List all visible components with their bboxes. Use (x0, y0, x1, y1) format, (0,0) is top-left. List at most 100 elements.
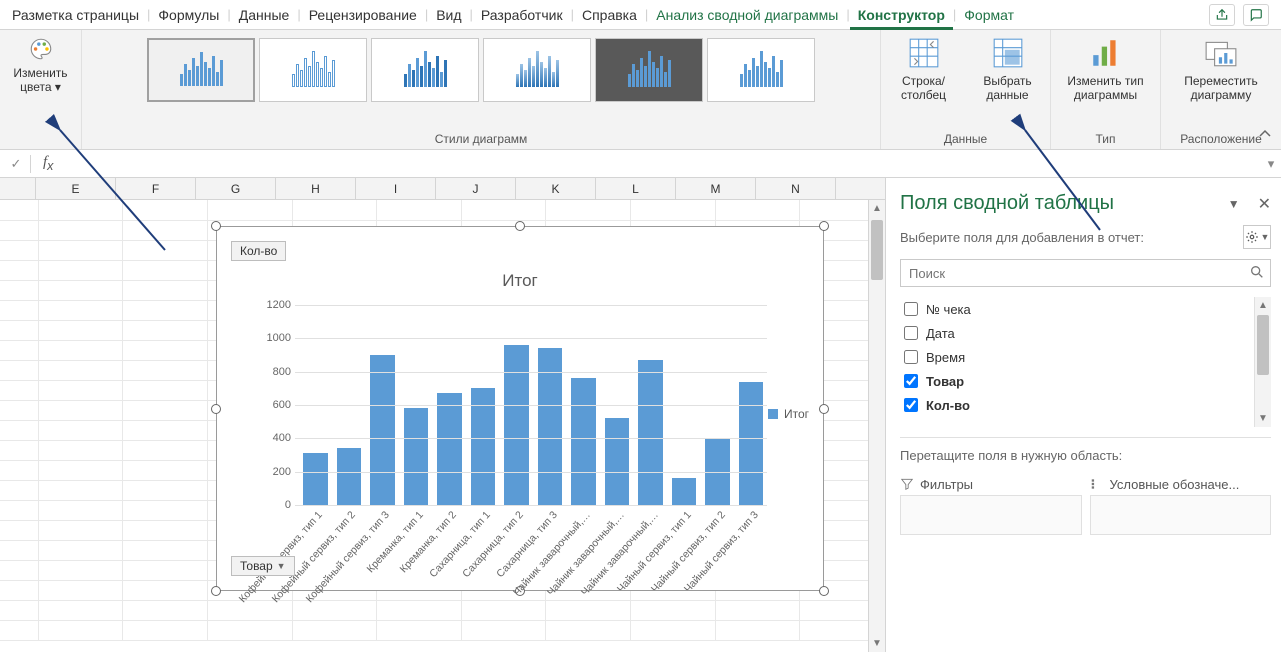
field-row[interactable]: Товар (900, 369, 1271, 393)
field-row[interactable]: Дата (900, 321, 1271, 345)
vertical-scrollbar[interactable]: ▲ ▼ (868, 200, 885, 652)
col-header[interactable]: F (116, 178, 196, 199)
chart-style-gallery[interactable] (147, 36, 815, 102)
insert-function-button[interactable]: fx (35, 154, 61, 173)
move-chart-button[interactable]: Переместитьдиаграмму (1171, 36, 1271, 102)
field-search-input[interactable] (900, 259, 1271, 287)
chart-style-5[interactable] (595, 38, 703, 102)
tab-view[interactable]: Вид (428, 0, 469, 29)
col-header[interactable]: I (356, 178, 436, 199)
select-data-button[interactable]: Выбратьданные (968, 36, 1048, 102)
col-header[interactable]: N (756, 178, 836, 199)
chart-bar[interactable] (605, 418, 630, 505)
tab-page-layout[interactable]: Разметка страницы (4, 0, 147, 29)
resize-handle-w[interactable] (211, 404, 221, 414)
chart-title[interactable]: Итог (217, 271, 823, 291)
col-header[interactable]: J (436, 178, 516, 199)
drop-legend[interactable]: Условные обозначе... (1090, 473, 1272, 535)
pane-menu-button[interactable]: ▼ (1228, 197, 1240, 211)
chart-plot-area[interactable]: 020040060080010001200 (247, 305, 767, 505)
drop-filters[interactable]: Фильтры (900, 473, 1082, 535)
field-checkbox[interactable] (904, 398, 918, 412)
pane-settings-button[interactable]: ▼ (1243, 225, 1271, 249)
scroll-up-arrow[interactable]: ▲ (869, 200, 885, 217)
tab-data[interactable]: Данные (231, 0, 298, 29)
change-chart-type-button[interactable]: Изменить типдиаграммы (1056, 36, 1156, 102)
legend-label: Итог (784, 407, 809, 421)
share-button[interactable] (1209, 4, 1235, 26)
pivot-value-field-button[interactable]: Кол-во (231, 241, 286, 261)
pane-close-button[interactable]: ✕ (1258, 194, 1271, 214)
chart-bar[interactable] (404, 408, 429, 505)
col-header[interactable]: H (276, 178, 356, 199)
chart-bar[interactable] (638, 360, 663, 505)
field-row[interactable]: Кол-во (900, 393, 1271, 417)
resize-handle-sw[interactable] (211, 586, 221, 596)
ribbon-tabs: Разметка страницы| Формулы| Данные| Реце… (0, 0, 1281, 30)
col-header[interactable]: M (676, 178, 756, 199)
chart-bar[interactable] (437, 393, 462, 505)
field-label: Дата (926, 326, 955, 341)
resize-handle-n[interactable] (515, 221, 525, 231)
tab-formulas[interactable]: Формулы (150, 0, 227, 29)
group-type: Изменить типдиаграммы Тип (1051, 30, 1161, 149)
chart-legend[interactable]: Итог (768, 407, 809, 421)
chart-style-4[interactable] (483, 38, 591, 102)
collapse-ribbon-button[interactable] (1257, 126, 1273, 145)
field-list: № чека Дата Время Товар Кол-во ▲ ▼ (900, 297, 1271, 427)
scroll-down-arrow[interactable]: ▼ (1255, 410, 1271, 427)
chart-bar[interactable] (672, 478, 697, 505)
chart-bar[interactable] (739, 382, 764, 505)
chart-bar[interactable] (504, 345, 529, 505)
tab-review[interactable]: Рецензирование (301, 0, 425, 29)
switch-row-column-button[interactable]: Строка/столбец (884, 36, 964, 102)
field-checkbox[interactable] (904, 374, 918, 388)
cancel-formula-button[interactable]: ✓ (6, 156, 26, 172)
chart-bar[interactable] (571, 378, 596, 505)
field-search (900, 259, 1271, 287)
col-header[interactable]: K (516, 178, 596, 199)
expand-formula-bar-button[interactable]: ▾ (1261, 156, 1281, 172)
field-row[interactable]: Время (900, 345, 1271, 369)
field-list-scrollbar[interactable]: ▲ ▼ (1254, 297, 1271, 427)
worksheet[interactable]: EFGHIJKLMN ▲ ▼ Кол-во Итог 0200400600800… (0, 178, 885, 652)
pane-hint: Выберите поля для добавления в отчет: (900, 230, 1144, 245)
chart-style-2[interactable] (259, 38, 367, 102)
search-icon[interactable] (1249, 264, 1265, 283)
field-checkbox[interactable] (904, 302, 918, 316)
comments-button[interactable] (1243, 4, 1269, 26)
resize-handle-ne[interactable] (819, 221, 829, 231)
change-colors-button[interactable]: Изменитьцвета ▾ (6, 36, 76, 94)
resize-handle-se[interactable] (819, 586, 829, 596)
tab-pivot-chart-analyze[interactable]: Анализ сводной диаграммы (648, 0, 846, 29)
scroll-down-arrow[interactable]: ▼ (869, 635, 885, 652)
field-checkbox[interactable] (904, 350, 918, 364)
chart-style-1[interactable] (147, 38, 255, 102)
group-location: Переместитьдиаграмму Расположение (1161, 30, 1281, 149)
field-label: Товар (926, 374, 964, 389)
pivot-chart[interactable]: Кол-во Итог 020040060080010001200 Кофейн… (216, 226, 824, 591)
col-header[interactable]: E (36, 178, 116, 199)
scroll-thumb[interactable] (871, 220, 883, 280)
col-header[interactable]: G (196, 178, 276, 199)
tab-format[interactable]: Формат (956, 0, 1022, 29)
column-headers[interactable]: EFGHIJKLMN (0, 178, 885, 200)
pivot-axis-field-button[interactable]: Товар▼ (231, 556, 295, 576)
scroll-up-arrow[interactable]: ▲ (1255, 297, 1271, 314)
chart-bar[interactable] (337, 448, 362, 505)
resize-handle-e[interactable] (819, 404, 829, 414)
chart-bar[interactable] (370, 355, 395, 505)
tab-design[interactable]: Конструктор (850, 0, 953, 29)
resize-handle-nw[interactable] (211, 221, 221, 231)
field-checkbox[interactable] (904, 326, 918, 340)
scroll-thumb[interactable] (1257, 315, 1269, 375)
tab-developer[interactable]: Разработчик (473, 0, 571, 29)
col-header[interactable]: L (596, 178, 676, 199)
chart-style-6[interactable] (707, 38, 815, 102)
field-row[interactable]: № чека (900, 297, 1271, 321)
formula-input[interactable] (61, 150, 1261, 177)
chart-bar[interactable] (303, 453, 328, 505)
tab-help[interactable]: Справка (574, 0, 645, 29)
group-label-styles: Стили диаграмм (435, 132, 528, 146)
chart-style-3[interactable] (371, 38, 479, 102)
